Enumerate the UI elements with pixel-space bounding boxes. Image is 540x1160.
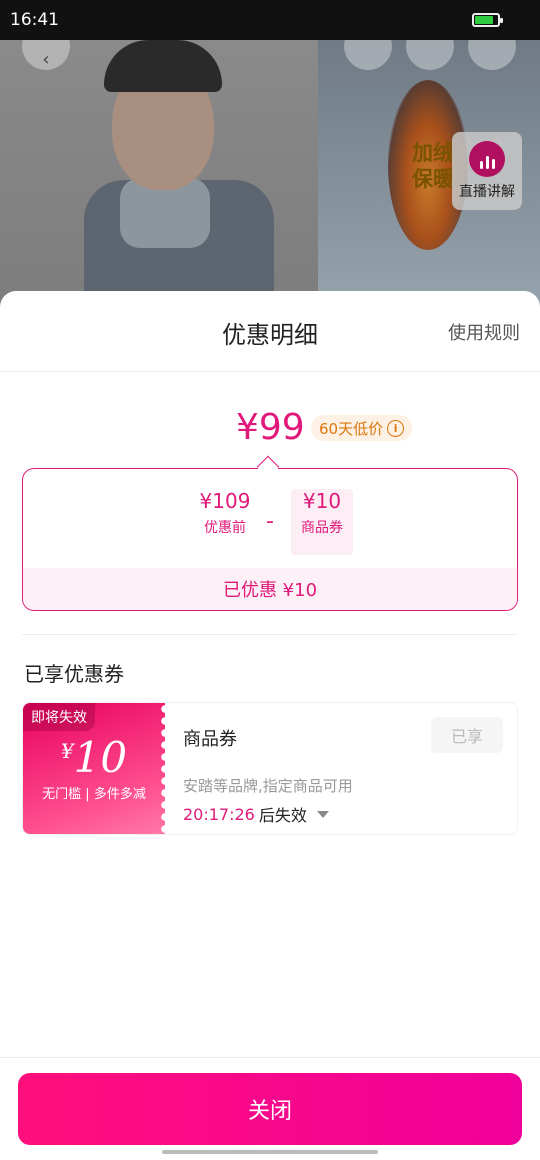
coupon-description: 安踏等品牌,指定商品可用 [183, 777, 353, 795]
status-bar: 16:41 [0, 0, 540, 40]
status-time: 16:41 [10, 10, 59, 30]
home-indicator[interactable] [162, 1150, 378, 1154]
chevron-down-icon [316, 810, 329, 818]
saved-amount-bar: 已优惠 ¥10 [23, 568, 517, 610]
usage-rules-link[interactable]: 使用规则 [448, 319, 520, 345]
coupon-name: 商品券 [183, 729, 237, 750]
discount-detail-sheet: 优惠明细 使用规则 ¥99 60天低价 i ¥109 优惠前 - ¥10 商品券… [0, 291, 540, 1160]
price-row: ¥99 60天低价 i [0, 407, 540, 457]
coupon-amount-value: 10 [73, 733, 128, 782]
discount-item: ¥10 商品券 [291, 489, 353, 537]
sheet-header: 优惠明细 使用规则 [0, 291, 540, 372]
live-explain-button[interactable]: 直播讲解 [452, 132, 522, 210]
live-explain-label: 直播讲解 [459, 184, 515, 200]
coupon-expire-suffix: 后失效 [258, 806, 307, 825]
coupon-card: 即将失效 ¥10 无门槛 | 多件多减 商品券 已享 安踏等品牌,指定商品可用 … [22, 702, 518, 835]
footer-divider [0, 1057, 540, 1058]
info-icon: i [387, 419, 405, 437]
coupon-currency: ¥ [60, 739, 74, 763]
low-price-badge[interactable]: 60天低价 i [311, 415, 413, 441]
original-price-item: ¥109 优惠前 [185, 489, 265, 537]
used-coupons-title: 已享优惠券 [24, 662, 124, 686]
product-background: ‹ 加绒 保暖 直播讲解 [0, 40, 540, 310]
original-price-label: 优惠前 [204, 520, 246, 536]
divider [22, 634, 518, 635]
promo-overlay-text: 加绒 保暖 [412, 141, 454, 191]
discount-label: 商品券 [301, 520, 343, 536]
price-calculation: ¥109 优惠前 - ¥10 商品券 已优惠 ¥10 [22, 468, 518, 611]
expiring-tag: 即将失效 [23, 703, 95, 731]
live-bars-icon [469, 141, 505, 177]
coupon-status-button[interactable]: 已享 [431, 717, 503, 753]
close-button[interactable]: 关闭 [18, 1073, 522, 1145]
battery-icon [472, 13, 503, 27]
original-price: ¥109 [199, 489, 251, 513]
coupon-condition: 无门槛 | 多件多减 [42, 787, 146, 802]
coupon-countdown: 20:17:26 [183, 804, 255, 824]
discount-value: ¥10 [302, 489, 342, 513]
low-price-label: 60天低价 [319, 419, 384, 438]
coupon-amount: ¥10 [23, 733, 165, 782]
coupon-value-panel: 即将失效 ¥10 无门槛 | 多件多减 [23, 703, 170, 834]
final-price: ¥99 [236, 407, 305, 448]
minus-sign: - [266, 509, 274, 534]
coupon-expiry[interactable]: 20:17:26 后失效 [183, 802, 329, 826]
